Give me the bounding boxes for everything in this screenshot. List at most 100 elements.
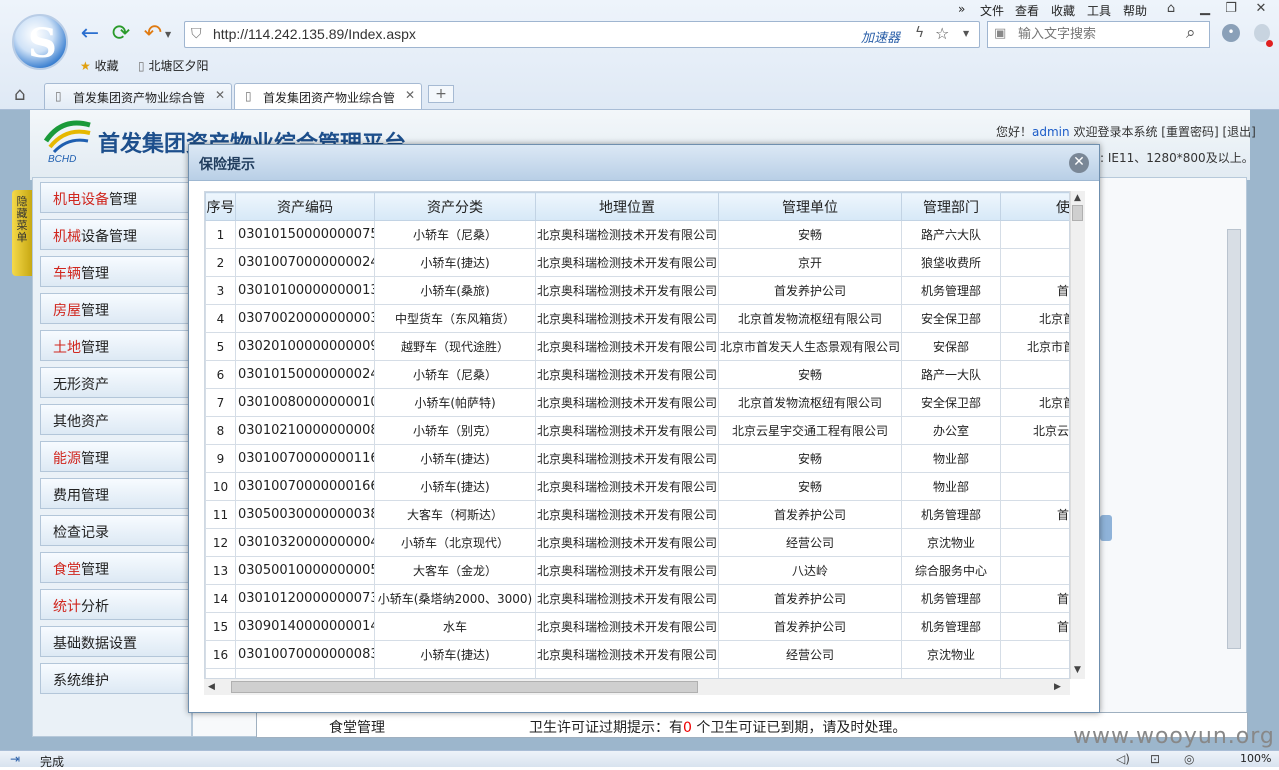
sidebar-item-basic-data[interactable]: 基础数据设置 — [40, 626, 190, 657]
dropdown-icon[interactable]: ▼ — [165, 30, 171, 39]
close-window-icon[interactable]: ✕ — [1250, 1, 1272, 17]
sidebar-item-expenses[interactable]: 费用管理 — [40, 478, 190, 509]
sidebar-item-buildings[interactable]: 房屋管理 — [40, 293, 190, 324]
table-row[interactable]: 13 03050010000000005 大客车（金龙） 北京奥科瑞检测技术开发有限公… — [205, 556, 1069, 585]
menu-view[interactable]: 查看 — [1015, 2, 1039, 19]
sidebar-item-canteen[interactable]: 食堂管理 — [40, 552, 190, 583]
user-icon[interactable]: • — [1222, 24, 1240, 42]
close-icon[interactable]: ✕ — [1069, 153, 1089, 173]
column-header[interactable]: 地理位置 — [535, 192, 719, 221]
table-cell: 北京奥科瑞检测技术开发有限公司 — [535, 416, 719, 445]
table-row[interactable]: 4 03070020000000003 中型货车（东风箱货） 北京奥科瑞检测技术开发有… — [205, 304, 1069, 333]
sogou-logo-icon[interactable]: S — [12, 14, 68, 70]
table-row[interactable]: 12 03010320000000004 小轿车（北京现代） 北京奥科瑞检测技术开发有… — [205, 528, 1069, 557]
search-box[interactable]: ▣ ⌕ — [987, 21, 1210, 48]
scroll-right-icon[interactable]: ▶ — [1054, 682, 1061, 692]
sidebar-item-statistics[interactable]: 统计分析 — [40, 589, 190, 620]
table-row[interactable]: 6 03010150000000024 小轿车（尼桑） 北京奥科瑞检测技术开发有限公司… — [205, 360, 1069, 389]
menu-tools[interactable]: 工具 — [1087, 2, 1111, 19]
horizontal-scroll-thumb[interactable] — [231, 681, 698, 693]
volume-icon[interactable]: ◁) — [1116, 752, 1130, 766]
scroll-up-icon[interactable]: ▲ — [1074, 193, 1081, 203]
vertical-scrollbar[interactable]: ▲ ▼ — [1070, 191, 1085, 679]
table-cell — [901, 668, 1001, 678]
sidebar-item-inspection[interactable]: 检查记录 — [40, 515, 190, 546]
table-row[interactable]: 2 03010070000000024 小轿车(捷达) 北京奥科瑞检测技术开发有限公司… — [205, 248, 1069, 277]
star-icon[interactable]: ☆ — [935, 24, 949, 43]
zoom-level[interactable]: 100% — [1240, 752, 1271, 765]
scroll-down-icon[interactable]: ▼ — [1074, 665, 1081, 675]
dialog-titlebar[interactable]: 保险提示 — [189, 145, 1099, 181]
address-bar[interactable]: ⛉ http://114.242.135.89/Index.aspx 加速器 ϟ… — [184, 21, 980, 48]
column-header[interactable]: 使 — [1000, 192, 1069, 221]
accelerator-label[interactable]: 加速器 — [861, 27, 900, 46]
close-tab-icon[interactable]: ✕ — [405, 88, 415, 102]
download-icon[interactable]: ⊡ — [1150, 752, 1160, 766]
table-row[interactable]: 10 03010070000000166 小轿车(捷达) 北京奥科瑞检测技术开发有限公… — [205, 472, 1069, 501]
sidebar-item-other-assets[interactable]: 其他资产 — [40, 404, 190, 435]
home-icon[interactable]: ⌂ — [14, 84, 25, 105]
bookmark-favorites[interactable]: ★ 收藏 — [80, 57, 119, 74]
sidebar-item-intangible[interactable]: 无形资产 — [40, 367, 190, 398]
column-header[interactable]: 资产分类 — [374, 192, 536, 221]
module-name: 食堂管理 — [329, 720, 385, 736]
table-cell: 北京奥科瑞检测技术开发有限公司 — [535, 304, 719, 333]
sidebar-item-energy[interactable]: 能源管理 — [40, 441, 190, 472]
table-row[interactable]: 1 03010150000000075 小轿车（尼桑） 北京奥科瑞检测技术开发有限公司… — [205, 220, 1069, 249]
undo-icon[interactable]: ↶ — [141, 22, 165, 46]
chevron-down-icon[interactable]: ▼ — [963, 29, 969, 38]
table-row[interactable]: 7 03010080000000010 小轿车(帕萨特) 北京奥科瑞检测技术开发有限公… — [205, 388, 1069, 417]
table-cell: 安全保卫部 — [901, 304, 1001, 333]
refresh-icon[interactable]: ⟳ — [109, 22, 133, 46]
hide-menu-button[interactable]: 隐藏菜单 — [12, 190, 32, 276]
sidebar-item-land[interactable]: 土地管理 — [40, 330, 190, 361]
table-row[interactable]: 5 03020100000000009 越野车（现代途胜） 北京奥科瑞检测技术开发有限… — [205, 332, 1069, 361]
skin-icon[interactable]: ⌂ — [1160, 1, 1182, 17]
table-row[interactable]: 15 03090140000000014 水车 北京奥科瑞检测技术开发有限公司 首发养护… — [205, 612, 1069, 641]
scroll-left-icon[interactable]: ◀ — [208, 682, 215, 692]
tab-2[interactable]: ▯ 首发集团资产物业综合管 ✕ — [234, 83, 422, 109]
sidebar-item-vehicles[interactable]: 车辆管理 — [40, 256, 190, 287]
new-tab-button[interactable]: + — [428, 85, 454, 103]
sidebar-toggle-icon[interactable]: ⇥ — [10, 752, 20, 766]
content-button[interactable] — [1100, 515, 1112, 541]
table-cell — [1000, 528, 1069, 557]
more-icon[interactable]: » — [958, 2, 965, 16]
sidebar-item-machinery[interactable]: 机械设备管理 — [40, 219, 190, 250]
table-cell: 03010210000000008 — [235, 416, 375, 445]
menu-favorites[interactable]: 收藏 — [1051, 2, 1075, 19]
url-text[interactable]: http://114.242.135.89/Index.aspx — [213, 26, 416, 42]
sidebar-item-system[interactable]: 系统维护 — [40, 663, 190, 694]
close-tab-icon[interactable]: ✕ — [215, 88, 225, 102]
table-row[interactable]: 14 03010120000000073 小轿车(桑塔纳2000、3000) 北京奥科… — [205, 584, 1069, 613]
column-header[interactable]: 管理单位 — [718, 192, 902, 221]
table-cell: 北京首发 — [1000, 304, 1069, 333]
tab-1[interactable]: ▯ 首发集团资产物业综合管 ✕ — [44, 83, 232, 109]
minimize-icon[interactable]: ▁ — [1194, 1, 1216, 17]
sidebar-item-electromechanical[interactable]: 机电设备管理 — [40, 182, 190, 213]
table-row[interactable]: 11 03050030000000038 大客车（柯斯达） 北京奥科瑞检测技术开发有限… — [205, 500, 1069, 529]
table-row[interactable]: 16 03010070000000083 小轿车(捷达) 北京奥科瑞检测技术开发有限公… — [205, 640, 1069, 669]
username-link[interactable]: admin — [1032, 125, 1070, 139]
table-row[interactable]: 8 03010210000000008 小轿车（别克） 北京奥科瑞检测技术开发有限公司… — [205, 416, 1069, 445]
table-cell: 狼垡收费所 — [901, 248, 1001, 277]
content-scrollbar[interactable] — [1227, 229, 1241, 649]
vertical-scroll-thumb[interactable] — [1072, 205, 1083, 221]
search-icon[interactable]: ⌕ — [1186, 23, 1196, 43]
restore-icon[interactable]: ❐ — [1220, 1, 1242, 17]
search-input[interactable] — [1018, 25, 1178, 44]
ad-block-icon[interactable]: ◎ — [1184, 752, 1194, 766]
back-icon[interactable]: ← — [78, 22, 102, 46]
lightning-icon[interactable]: ϟ — [915, 25, 924, 41]
column-header[interactable]: 资产编码 — [235, 192, 375, 221]
table-row[interactable]: 17 — [205, 668, 1069, 678]
menu-help[interactable]: 帮助 — [1123, 2, 1147, 19]
bookmark-beitang[interactable]: ▯ 北塘区夕阳 — [138, 57, 208, 74]
status-bar: ⇥ 完成 ◁) ⊡ ◎ — [0, 750, 1279, 769]
table-row[interactable]: 3 03010100000000013 小轿车(桑旅) 北京奥科瑞检测技术开发有限公司… — [205, 276, 1069, 305]
column-header[interactable]: 管理部门 — [901, 192, 1001, 221]
column-header[interactable]: 序号 — [205, 192, 236, 221]
table-cell: 综合服务中心 — [901, 556, 1001, 585]
table-row[interactable]: 9 03010070000000116 小轿车(捷达) 北京奥科瑞检测技术开发有限公司… — [205, 444, 1069, 473]
menu-file[interactable]: 文件 — [980, 2, 1004, 19]
